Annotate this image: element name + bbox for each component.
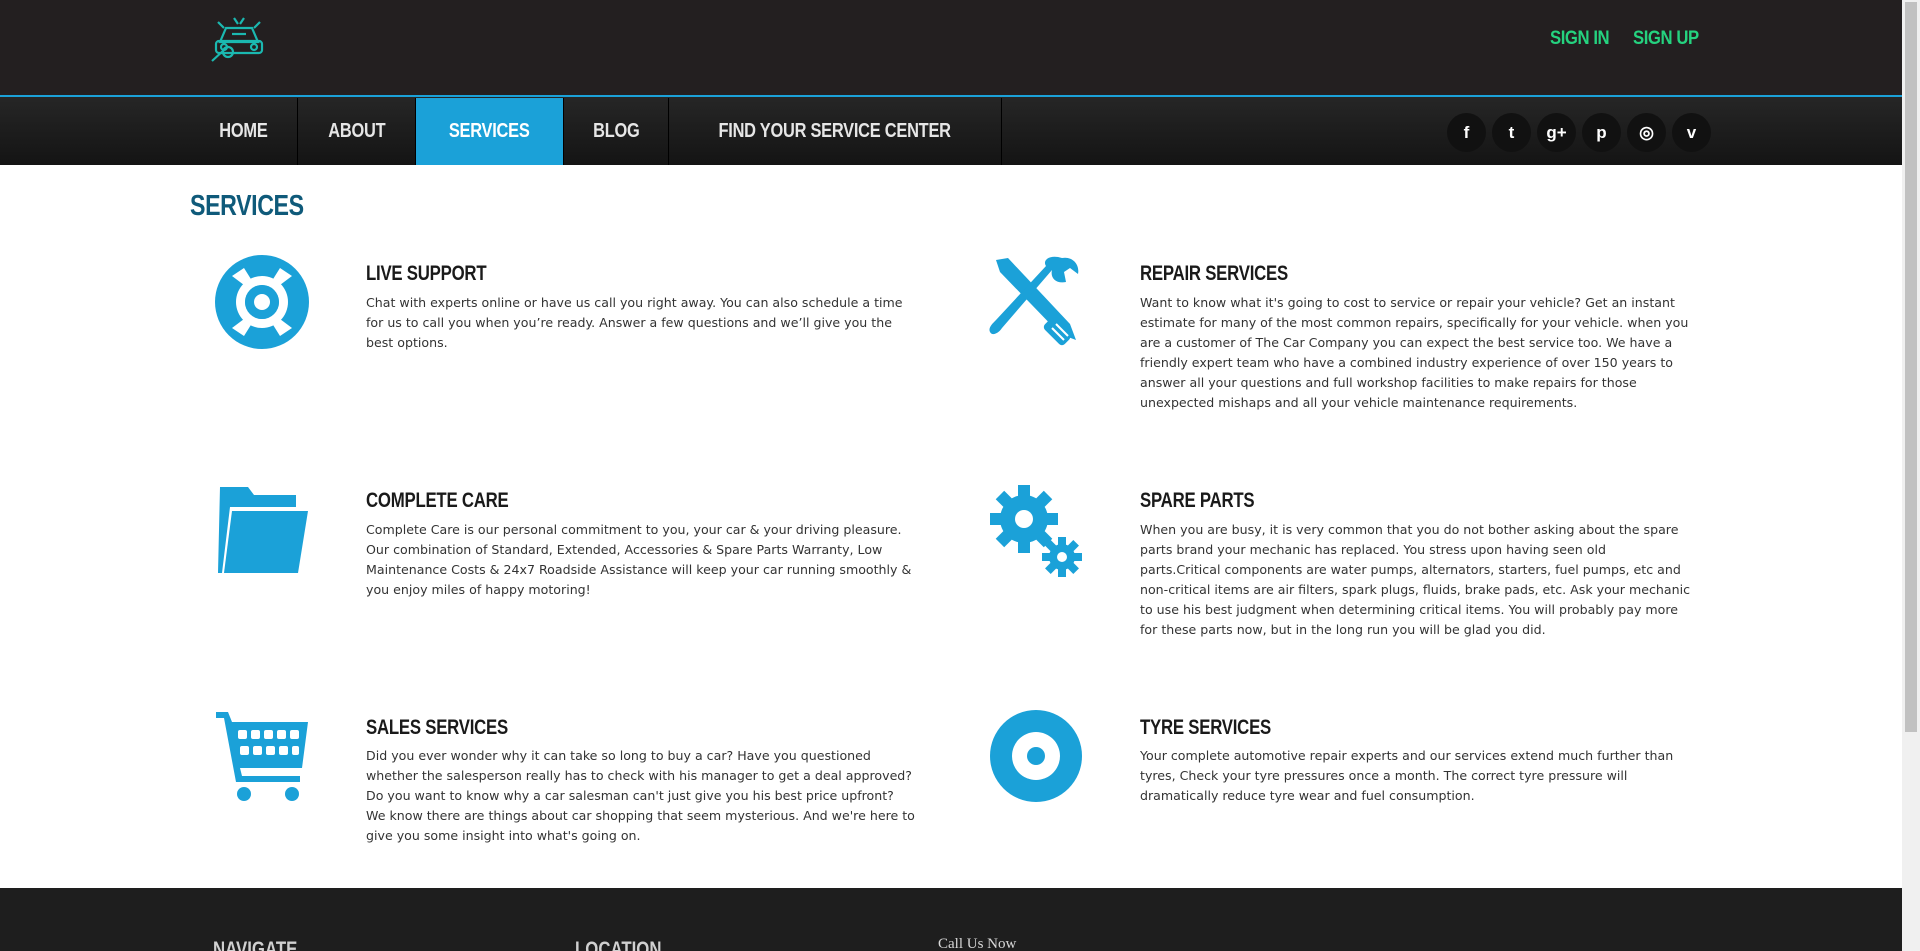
facebook-glyph: f bbox=[1463, 122, 1470, 142]
pinterest-glyph: p bbox=[1596, 122, 1607, 142]
service-desc-live-support: Chat with experts online or have us call… bbox=[366, 295, 903, 350]
sign-up-link[interactable]: SIGN UP bbox=[1633, 28, 1699, 50]
vimeo-icon[interactable]: v bbox=[1672, 113, 1711, 152]
pinterest-icon[interactable]: p bbox=[1582, 113, 1621, 152]
service-desc-tyre-services: Your complete automotive repair experts … bbox=[1140, 748, 1674, 803]
service-title-complete-care: COMPLETE CARE bbox=[366, 489, 509, 512]
nav-item-label: SERVICES bbox=[449, 120, 530, 142]
service-desc-complete-care: Complete Care is our personal commitment… bbox=[366, 522, 912, 597]
twitter-glyph: t bbox=[1508, 122, 1515, 142]
google-plus-icon[interactable]: g+ bbox=[1537, 113, 1576, 152]
facebook-icon[interactable]: f bbox=[1447, 113, 1486, 152]
folder-icon bbox=[214, 483, 310, 579]
main-navbar: HOME ABOUT SERVICES BLOG FIND YOUR SERVI… bbox=[0, 97, 1902, 165]
service-title-sales-services: SALES SERVICES bbox=[366, 716, 508, 739]
nav-item-about[interactable]: ABOUT bbox=[298, 98, 417, 165]
lifebuoy-icon bbox=[214, 254, 310, 350]
gears-icon bbox=[988, 483, 1084, 579]
top-header: SIGN IN SIGN UP bbox=[0, 0, 1902, 97]
service-title-live-support: LIVE SUPPORT bbox=[366, 262, 487, 285]
vimeo-glyph: v bbox=[1686, 122, 1697, 142]
service-title-repair-services: REPAIR SERVICES bbox=[1140, 262, 1288, 285]
nav-item-label: ABOUT bbox=[328, 120, 386, 142]
page-scrollbar[interactable] bbox=[1902, 0, 1920, 951]
nav-item-label: FIND YOUR SERVICE CENTER bbox=[718, 120, 952, 142]
footer-navigate-heading: NAVIGATE bbox=[213, 938, 298, 951]
twitter-icon[interactable]: t bbox=[1492, 113, 1531, 152]
service-title-tyre-services: TYRE SERVICES bbox=[1140, 716, 1272, 739]
nav-item-services[interactable]: SERVICES bbox=[416, 98, 564, 165]
shopping-cart-icon bbox=[214, 708, 310, 804]
nav-item-blog[interactable]: BLOG bbox=[564, 98, 670, 165]
social-links: f t g+ p ◎ v bbox=[1447, 113, 1711, 152]
service-desc-repair-services: Want to know what it's going to cost to … bbox=[1140, 295, 1689, 410]
scrollbar-thumb[interactable] bbox=[1905, 2, 1917, 732]
wrench-screwdriver-icon bbox=[988, 254, 1084, 350]
service-desc-spare-parts: When you are busy, it is very common tha… bbox=[1140, 522, 1691, 637]
sign-in-link[interactable]: SIGN IN bbox=[1550, 28, 1610, 50]
nav-item-label: BLOG bbox=[592, 120, 640, 142]
dribbble-glyph: ◎ bbox=[1639, 122, 1654, 142]
tyre-icon bbox=[988, 708, 1084, 804]
car-wrench-logo-icon[interactable] bbox=[210, 12, 268, 64]
footer-location-heading: LOCATION bbox=[575, 938, 662, 951]
service-desc-sales-services: Did you ever wonder why it can take so l… bbox=[366, 748, 915, 843]
footer-call-us: Call Us Now bbox=[938, 936, 1017, 951]
footer: NAVIGATE LOCATION Call Us Now bbox=[0, 888, 1902, 951]
nav-item-label: HOME bbox=[219, 120, 268, 142]
dribbble-icon[interactable]: ◎ bbox=[1627, 113, 1666, 152]
main-nav: HOME ABOUT SERVICES BLOG FIND YOUR SERVI… bbox=[190, 98, 1002, 165]
nav-item-home[interactable]: HOME bbox=[190, 98, 298, 165]
service-title-spare-parts: SPARE PARTS bbox=[1140, 489, 1255, 512]
google-plus-glyph: g+ bbox=[1546, 122, 1567, 142]
page-title: SERVICES bbox=[190, 190, 304, 222]
nav-item-find-service-center[interactable]: FIND YOUR SERVICE CENTER bbox=[669, 98, 1002, 165]
